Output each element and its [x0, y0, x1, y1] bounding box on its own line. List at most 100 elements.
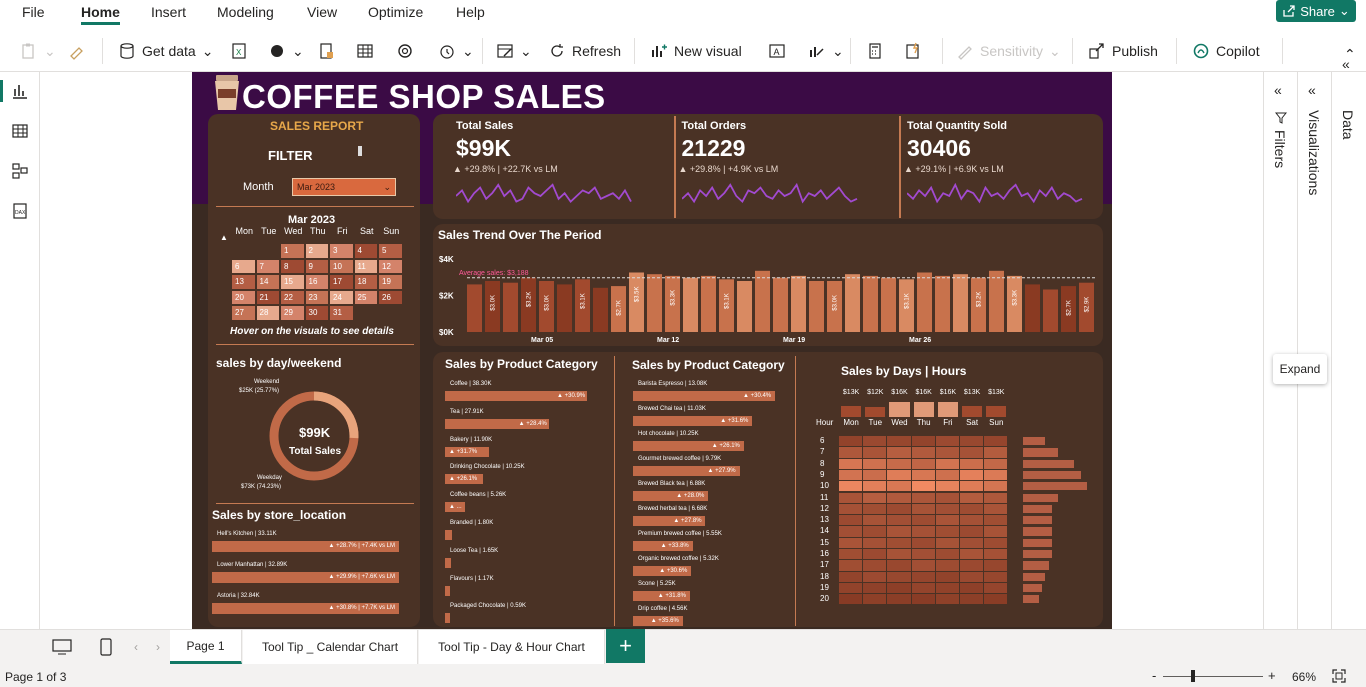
heatmap-cell[interactable]	[960, 492, 984, 503]
heatmap-cell[interactable]	[984, 582, 1008, 594]
heatmap-cell[interactable]	[863, 447, 887, 458]
calendar-day-cell[interactable]: 29	[281, 306, 304, 320]
heatmap-cell[interactable]	[839, 458, 863, 469]
heatmap-cell[interactable]	[911, 526, 935, 537]
heatmap-cell[interactable]	[839, 549, 863, 560]
text-box-button[interactable]: A	[768, 39, 786, 63]
heatmap-cell[interactable]	[839, 582, 863, 594]
heatmap-cell[interactable]	[960, 560, 984, 571]
heatmap-cell[interactable]	[863, 436, 887, 447]
heatmap-cell[interactable]	[960, 503, 984, 515]
zoom-slider-track[interactable]	[1163, 676, 1263, 677]
heatmap-cell[interactable]	[984, 537, 1008, 548]
store-bar[interactable]: ▲ +28.7% | +7.4K vs LM	[212, 541, 399, 552]
heatmap-cell[interactable]	[911, 503, 935, 515]
prev-page-arrow[interactable]: ‹	[126, 630, 146, 664]
trend-bar[interactable]	[791, 275, 806, 332]
menu-optimize[interactable]: Optimize	[368, 4, 423, 20]
heatmap-cell[interactable]	[863, 503, 887, 515]
heatmap-cell[interactable]	[839, 515, 863, 526]
add-page-button[interactable]: +	[606, 629, 645, 663]
heatmap-cell[interactable]	[935, 594, 959, 605]
heatmap-cell[interactable]	[960, 481, 984, 492]
heatmap-cell[interactable]	[839, 447, 863, 458]
hour-total-bar[interactable]	[1023, 550, 1052, 559]
hour-total-bar[interactable]	[1023, 527, 1052, 536]
data-pane[interactable]: « Data	[1331, 56, 1366, 629]
heatmap-cell[interactable]	[887, 571, 911, 582]
category-bar[interactable]	[445, 585, 450, 596]
excel-button[interactable]: X	[230, 39, 248, 63]
trend-bar[interactable]	[1025, 284, 1040, 332]
heatmap-cell[interactable]	[887, 503, 911, 515]
heatmap-cell[interactable]	[887, 582, 911, 594]
heatmap-cell[interactable]	[960, 594, 984, 605]
heatmap-cell[interactable]	[887, 515, 911, 526]
calendar-day-cell[interactable]: 11	[354, 259, 377, 273]
calendar-day-cell[interactable]: 6	[232, 259, 255, 273]
sales-trend-chart[interactable]: $4K $2K $0K Average sales: $3,188 Mar 05 Mar …	[433, 224, 1103, 346]
heatmap-cell[interactable]	[960, 582, 984, 594]
calendar-day-cell[interactable]: 13	[232, 275, 255, 289]
heatmap-cell[interactable]	[935, 571, 959, 582]
heatmap-cell[interactable]	[863, 560, 887, 571]
table-view-icon[interactable]	[11, 122, 29, 140]
trend-bar[interactable]	[1043, 289, 1058, 333]
heatmap-cell[interactable]	[960, 469, 984, 481]
zoom-slider-thumb[interactable]	[1191, 670, 1195, 682]
heatmap-cell[interactable]	[984, 549, 1008, 560]
heatmap-cell[interactable]	[863, 492, 887, 503]
mobile-layout-button[interactable]	[88, 630, 124, 664]
heatmap-cell[interactable]	[935, 436, 959, 447]
heatmap-cell[interactable]	[887, 492, 911, 503]
menu-modeling[interactable]: Modeling	[217, 4, 274, 20]
sensitivity-button[interactable]: Sensitivity ⌄	[956, 39, 1061, 63]
calendar-day-cell[interactable]: 17	[330, 275, 353, 289]
heatmap-cell[interactable]	[839, 481, 863, 492]
filters-pane[interactable]: « Filters	[1263, 72, 1297, 629]
trend-bar[interactable]	[647, 274, 662, 332]
heatmap-cell[interactable]	[839, 526, 863, 537]
heatmap-cell[interactable]	[887, 447, 911, 458]
calendar-day-cell[interactable]: 15	[281, 275, 304, 289]
more-visuals-button[interactable]: ⌄	[808, 39, 844, 63]
calendar-day-cell[interactable]: 3	[330, 244, 353, 258]
kpi-sparkline[interactable]	[681, 178, 862, 214]
heatmap-cell[interactable]	[960, 458, 984, 469]
get-data-button[interactable]: Get data ⌄	[118, 39, 213, 63]
heatmap-cell[interactable]	[839, 436, 863, 447]
trend-bar[interactable]	[989, 270, 1004, 332]
heatmap-cell[interactable]	[911, 481, 935, 492]
collapse-data-icon[interactable]: «	[1342, 56, 1350, 72]
hour-total-bar[interactable]	[1023, 561, 1049, 570]
desktop-layout-button[interactable]	[40, 630, 84, 664]
heatmap-cell[interactable]	[960, 549, 984, 560]
heatmap-cell[interactable]	[984, 526, 1008, 537]
heatmap-cell[interactable]	[935, 447, 959, 458]
onelake-button[interactable]: ⌄	[268, 39, 304, 63]
calendar-day-cell[interactable]: 30	[305, 306, 328, 320]
heatmap-cell[interactable]	[863, 526, 887, 537]
heatmap-cell[interactable]	[839, 537, 863, 548]
calendar-day-cell[interactable]: 4	[354, 244, 377, 258]
heatmap-cell[interactable]	[935, 526, 959, 537]
calendar-day-cell[interactable]: 21	[256, 290, 279, 304]
store-bar[interactable]: ▲ +29.9% | +7.6K vs LM	[212, 572, 399, 583]
heatmap-cell[interactable]	[863, 537, 887, 548]
trend-bar[interactable]	[557, 284, 572, 332]
category-bar[interactable]	[445, 530, 453, 540]
heatmap-cell[interactable]	[911, 458, 935, 469]
calendar-day-cell[interactable]: 2	[305, 244, 328, 258]
calendar-day-cell[interactable]: 25	[354, 290, 377, 304]
heatmap-cell[interactable]	[863, 515, 887, 526]
heatmap-cell[interactable]	[935, 503, 959, 515]
trend-bar[interactable]	[917, 272, 932, 333]
hour-total-bar[interactable]	[1023, 470, 1081, 480]
calendar-day-cell[interactable]: 9	[305, 259, 328, 273]
collapse-viz-icon[interactable]: «	[1308, 82, 1316, 98]
zoom-in-button[interactable]: +	[1268, 668, 1276, 683]
heatmap-cell[interactable]	[935, 560, 959, 571]
heatmap-cell[interactable]	[839, 571, 863, 582]
heatmap-cell[interactable]	[960, 526, 984, 537]
kpi-sparkline[interactable]	[907, 178, 1087, 214]
